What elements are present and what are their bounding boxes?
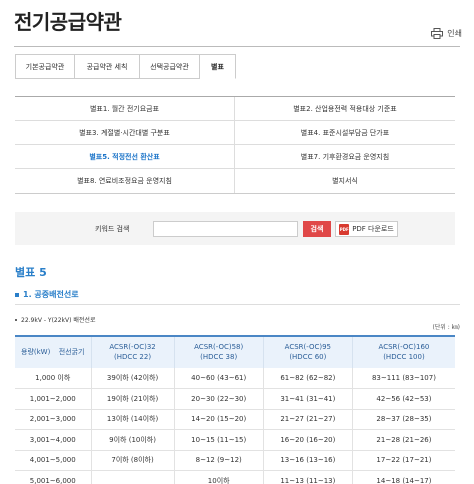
annex-link-8[interactable]: 별표8. 연료비조정요금 운영지침 <box>15 169 235 193</box>
tab-terms-detailed-rules[interactable]: 공급약관 세칙 <box>75 54 140 79</box>
pdf-download-button[interactable]: PDF PDF 다운로드 <box>335 221 398 237</box>
tab-bar: 기본공급약관 공급약관 세칙 선택공급약관 별표 <box>15 54 236 79</box>
square-bullet-icon <box>15 292 19 297</box>
table-cell: 9이하 (10이하) <box>91 429 175 451</box>
pdf-download-label: PDF 다운로드 <box>352 225 394 233</box>
printer-icon <box>431 28 444 39</box>
table-cell: 2,001~3,000 <box>15 409 92 430</box>
table-row: 3,001~4,000 9이하 (10이하) 10~15 (11~15) 16~… <box>15 429 455 451</box>
table-cell <box>91 470 175 484</box>
table-row: 1,001~2,000 19이하 (21이하) 20~30 (22~30) 31… <box>15 388 455 410</box>
pdf-icon: PDF <box>339 223 350 235</box>
corner-header-capacity: 용량(kW) <box>21 348 51 356</box>
table-cell: 10이하 <box>174 470 264 484</box>
table-row: 4,001~5,000 7이하 (8이하) 8~12 (9~12) 13~16 … <box>15 450 455 471</box>
page-title: 전기공급약관 <box>14 10 122 34</box>
tab-basic-terms[interactable]: 기본공급약관 <box>15 54 75 79</box>
annex-link-5[interactable]: 별표5. 적정전선 환산표 <box>15 145 235 169</box>
table-cell: 10~15 (11~15) <box>174 429 264 451</box>
search-button[interactable]: 검색 <box>303 221 331 237</box>
table-cell: 8~12 (9~12) <box>174 450 264 471</box>
annex-link-3[interactable]: 별표3. 계절별·시간대별 구분표 <box>15 121 235 145</box>
spec-note-text: 22.9kV - Y(22kV) 배전선로 <box>21 317 96 324</box>
table-cell: 21~27 (21~27) <box>263 409 353 430</box>
column-header: ACSR(-OC)160 (HDCC 100) <box>352 335 455 368</box>
table-header-row: 용량(kW) 전선굵기 ACSR(-OC)32 (HDCC 22) ACSR(-O… <box>15 335 455 368</box>
conversion-table: 용량(kW) 전선굵기 ACSR(-OC)32 (HDCC 22) ACSR(-O… <box>15 335 455 484</box>
search-label: 키워드 검색 <box>95 224 130 233</box>
corner-header-wire: 전선굵기 <box>58 348 85 356</box>
print-button[interactable]: 인쇄 <box>431 28 462 39</box>
section-title: 별표 5 <box>15 266 47 279</box>
spec-note: 22.9kV - Y(22kV) 배전선로 <box>15 315 95 324</box>
corner-header: 용량(kW) 전선굵기 <box>15 335 92 368</box>
print-label: 인쇄 <box>447 29 462 38</box>
table-row: 1,000 이하 39이하 (42이하) 40~60 (43~61) 61~82… <box>15 368 455 389</box>
search-input[interactable] <box>153 221 298 237</box>
table-cell: 1,001~2,000 <box>15 388 92 410</box>
table-cell: 16~20 (16~20) <box>263 429 353 451</box>
subsection-title: 1. 공중배전선로 <box>15 289 79 300</box>
table-cell: 17~22 (17~21) <box>352 450 455 471</box>
unit-note: (단위 : ㎞) <box>432 324 460 331</box>
table-cell: 20~30 (22~30) <box>174 388 264 410</box>
table-cell: 28~37 (28~35) <box>352 409 455 430</box>
table-cell: 3,001~4,000 <box>15 429 92 451</box>
annex-link-2[interactable]: 별표2. 산업용전력 적용대상 기준표 <box>235 97 455 121</box>
table-cell: 14~20 (15~20) <box>174 409 264 430</box>
column-header: ACSR(-OC)32 (HDCC 22) <box>91 335 175 368</box>
table-cell: 1,000 이하 <box>15 368 92 389</box>
annex-link-grid: 별표1. 월간 전기요금표 별표2. 산업용전력 적용대상 기준표 별표3. 계… <box>15 96 455 194</box>
table-cell: 40~60 (43~61) <box>174 368 264 389</box>
table-cell: 7이하 (8이하) <box>91 450 175 471</box>
table-cell: 83~111 (83~107) <box>352 368 455 389</box>
dot-bullet-icon <box>15 318 17 321</box>
annex-link-7[interactable]: 별표7. 기후환경요금 운영지침 <box>235 145 455 169</box>
table-cell: 13~16 (13~16) <box>263 450 353 471</box>
tab-optional-terms[interactable]: 선택공급약관 <box>140 54 200 79</box>
title-divider <box>14 46 460 47</box>
column-header: ACSR(-OC)58) (HDCC 38) <box>174 335 264 368</box>
table-cell: 61~82 (62~82) <box>263 368 353 389</box>
table-cell: 21~28 (21~26) <box>352 429 455 451</box>
table-cell: 39이하 (42이하) <box>91 368 175 389</box>
subsection-title-text: 1. 공중배전선로 <box>23 290 79 299</box>
search-bar: 키워드 검색 검색 PDF PDF 다운로드 <box>15 212 455 245</box>
annex-link-1[interactable]: 별표1. 월간 전기요금표 <box>15 97 235 121</box>
column-header: ACSR(-OC)95 (HDCC 60) <box>263 335 353 368</box>
table-cell: 14~18 (14~17) <box>352 470 455 484</box>
annex-link-4[interactable]: 별표4. 표준시설부담금 단가표 <box>235 121 455 145</box>
tab-annex[interactable]: 별표 <box>200 54 236 79</box>
annex-link-forms[interactable]: 별지서식 <box>235 169 455 193</box>
table-cell: 5,001~6,000 <box>15 470 92 484</box>
table-cell: 31~41 (31~41) <box>263 388 353 410</box>
table-cell: 11~13 (11~13) <box>263 470 353 484</box>
subsection-divider <box>15 304 460 305</box>
table-cell: 42~56 (42~53) <box>352 388 455 410</box>
table-row: 2,001~3,000 13이하 (14이하) 14~20 (15~20) 21… <box>15 409 455 430</box>
table-cell: 4,001~5,000 <box>15 450 92 471</box>
table-row: 5,001~6,000 10이하 11~13 (11~13) 14~18 (14… <box>15 470 455 484</box>
table-cell: 19이하 (21이하) <box>91 388 175 410</box>
table-cell: 13이하 (14이하) <box>91 409 175 430</box>
